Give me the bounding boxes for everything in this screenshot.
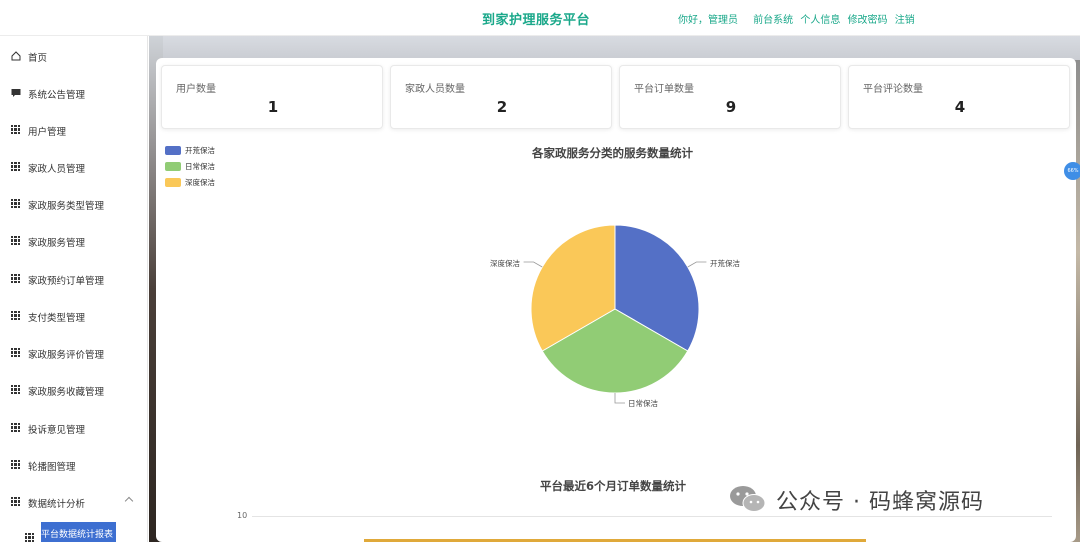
stat-card-comments: 平台评论数量 4 <box>848 65 1070 129</box>
pie-chart <box>523 224 707 404</box>
wechat-icon <box>730 486 766 512</box>
grid-line <box>252 516 1052 517</box>
grid-icon <box>11 274 21 284</box>
grid-icon <box>11 236 21 246</box>
grid-icon <box>11 497 21 507</box>
pie-leader-line <box>614 393 625 404</box>
progress-badge[interactable]: 66% <box>1064 162 1080 180</box>
stat-card-orders: 平台订单数量 9 <box>619 65 841 129</box>
sidebar-item-carousel[interactable]: 轮播图管理 <box>0 450 148 480</box>
grid-icon <box>11 460 21 470</box>
app-title: 到家护理服务平台 <box>482 13 591 28</box>
change-password-link[interactable]: 修改密码 <box>848 15 888 26</box>
chevron-up-icon <box>124 496 134 506</box>
frontend-link[interactable]: 前台系统 <box>753 15 793 26</box>
sidebar-item-announcements[interactable]: 系统公告管理 <box>0 78 148 108</box>
profile-link[interactable]: 个人信息 <box>800 15 840 26</box>
grid-icon <box>11 311 21 321</box>
pie-label: 日常保洁 <box>628 399 658 408</box>
watermark-text: 公众号 · 码蜂窝源码 <box>776 490 984 515</box>
y-axis-tick: 10 <box>237 511 248 520</box>
grid-icon <box>11 162 21 172</box>
legend-swatch <box>165 146 181 155</box>
sidebar-item-orders[interactable]: 家政预约订单管理 <box>0 264 148 294</box>
bar-chart-title: 平台最近6个月订单数量统计 <box>540 479 687 493</box>
pie-leader-line <box>523 261 543 268</box>
grid-icon <box>11 125 21 135</box>
stat-card-staff: 家政人员数量 2 <box>390 65 612 129</box>
grid-icon <box>11 423 21 433</box>
sidebar-item-payment-types[interactable]: 支付类型管理 <box>0 301 148 331</box>
legend-swatch <box>165 178 181 187</box>
sidebar-item-statistics[interactable]: 数据统计分析 <box>0 487 148 517</box>
pie-label: 深度保洁 <box>490 259 520 268</box>
sidebar-subitem-report[interactable]: 平台数据统计报表 <box>41 522 116 542</box>
legend-swatch <box>165 162 181 171</box>
top-header: 到家护理服务平台 你好，管理员 前台系统 个人信息 修改密码 注销 <box>0 0 1080 36</box>
stat-card-users: 用户数量 1 <box>161 65 383 129</box>
pie-leader-line <box>687 261 707 268</box>
sidebar-item-services[interactable]: 家政服务管理 <box>0 226 148 256</box>
greeting-text: 你好，管理员 <box>678 15 738 26</box>
grid-icon <box>11 385 21 395</box>
sidebar-item-favorites[interactable]: 家政服务收藏管理 <box>0 375 148 405</box>
header-links: 你好，管理员 前台系统 个人信息 修改密码 注销 <box>678 11 919 26</box>
pie-label: 开荒保洁 <box>710 259 740 268</box>
logout-link[interactable]: 注销 <box>895 15 915 26</box>
sidebar-item-home[interactable]: 首页 <box>0 41 148 71</box>
grid-icon <box>11 348 21 358</box>
sidebar: 首页 系统公告管理 用户管理 家政人员管理 家政服务类型管理 家政服务管理 家政… <box>0 36 148 542</box>
pie-chart-title: 各家政服务分类的服务数量统计 <box>532 146 693 160</box>
grid-icon <box>25 533 35 542</box>
sidebar-item-complaints[interactable]: 投诉意见管理 <box>0 413 148 443</box>
grid-icon <box>11 199 21 209</box>
sidebar-item-users[interactable]: 用户管理 <box>0 115 148 145</box>
sidebar-item-reviews[interactable]: 家政服务评价管理 <box>0 338 148 368</box>
sidebar-item-service-types[interactable]: 家政服务类型管理 <box>0 189 148 219</box>
home-icon <box>11 51 21 61</box>
message-icon <box>11 89 21 97</box>
sidebar-item-staff[interactable]: 家政人员管理 <box>0 152 148 182</box>
